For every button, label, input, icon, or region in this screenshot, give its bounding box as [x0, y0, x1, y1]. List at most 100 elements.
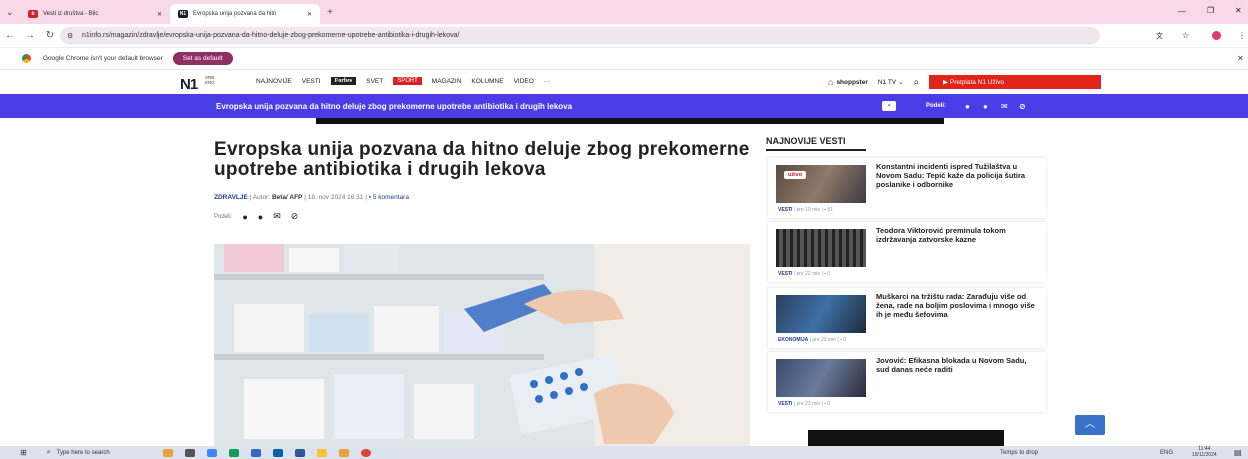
- mail-icon[interactable]: ✉: [1001, 102, 1008, 111]
- windows-taskbar: ⊞ ⌕ Type here to search Temps to drop EN…: [0, 446, 1248, 459]
- article-hero-image: [214, 244, 750, 447]
- news-category[interactable]: VESTI: [778, 271, 792, 277]
- url-input[interactable]: ⚙ n1info.rs/magazin/zdravlje/evropska-un…: [60, 27, 1100, 44]
- edge-taskbar-icon[interactable]: [228, 448, 239, 457]
- nav-video[interactable]: VIDEO: [514, 78, 534, 85]
- latest-news-sidebar: NAJNOVIJE VESTI: [766, 136, 1046, 151]
- advertisement[interactable]: [808, 430, 1004, 447]
- tab-blic[interactable]: b Vesti iz društva - Blic ✕: [20, 4, 170, 24]
- nav-svet[interactable]: SVET: [366, 78, 383, 85]
- translate-icon[interactable]: 文: [1156, 31, 1163, 41]
- chrome-icon: [22, 54, 31, 63]
- tab-n1[interactable]: N1 Evropska unija pozvana da hitn ✕: [170, 4, 320, 24]
- news-title[interactable]: Teodora Viktorović preminula tokom izdrž…: [876, 226, 1041, 244]
- weather-status[interactable]: Temps to drop: [1000, 450, 1038, 456]
- back-icon[interactable]: ←: [0, 30, 20, 41]
- close-infobar-icon[interactable]: ✕: [1237, 54, 1244, 63]
- nav-forbes[interactable]: Forbes: [330, 77, 357, 85]
- shoppster-link[interactable]: ⌂ shoppster: [828, 77, 868, 87]
- default-browser-infobar: Google Chrome isn't your default browser…: [0, 48, 1248, 70]
- pretplata-button[interactable]: ▶ Pretplata N1 Uživo: [929, 75, 1102, 89]
- news-category[interactable]: VESTI: [778, 207, 792, 213]
- article-date: 18. nov 2024 16:31: [307, 194, 364, 201]
- news-time: pre 19 min: [796, 207, 821, 213]
- language-indicator[interactable]: ENG: [1160, 450, 1173, 456]
- shoppster-icon: ⌂: [828, 77, 834, 87]
- article-category[interactable]: ZDRAVLJE: [214, 194, 248, 201]
- article-author: Beta/ AFP: [271, 194, 303, 201]
- sticky-title: Evropska unija pozvana da hitno deluje z…: [216, 101, 573, 111]
- word-taskbar-icon[interactable]: [294, 448, 305, 457]
- news-card[interactable]: uživo Konstantni incidenti ispred Tužila…: [768, 158, 1046, 218]
- news-card[interactable]: Teodora Viktorović preminula tokom izdrž…: [768, 222, 1046, 282]
- nav-magazin[interactable]: MAGAZIN: [432, 78, 462, 85]
- news-category[interactable]: VESTI: [778, 401, 792, 407]
- clock[interactable]: 11:44 19/11/2024: [1192, 446, 1217, 458]
- site-header: N1 SRB ENG NAJNOVIJE VESTI Forbes SVET S…: [0, 70, 1248, 94]
- x-icon[interactable]: ●: [258, 212, 263, 222]
- n1-logo[interactable]: N1: [180, 76, 198, 93]
- facebook-icon[interactable]: ●: [965, 102, 970, 111]
- search-icon[interactable]: ⌕: [913, 77, 919, 88]
- ad-strip: [316, 118, 944, 124]
- outlook-taskbar-icon[interactable]: [250, 448, 261, 457]
- menu-icon[interactable]: ⋮: [1238, 31, 1246, 40]
- news-title[interactable]: Konstantni incidenti ispred Tužilaštva u…: [876, 162, 1041, 189]
- x-icon[interactable]: ●: [983, 102, 988, 111]
- chrome-active-icon[interactable]: [360, 448, 371, 457]
- close-window-icon[interactable]: ✕: [1235, 6, 1242, 15]
- mail-icon[interactable]: ✉: [273, 211, 281, 222]
- nav-sport[interactable]: SPORT: [393, 77, 422, 85]
- profile-avatar[interactable]: [1212, 31, 1221, 40]
- site-info-icon[interactable]: ⚙: [67, 32, 73, 40]
- taskbar-search-input[interactable]: Type here to search: [57, 450, 157, 456]
- news-title[interactable]: Jovović: Efikasna blokada u Novom Sadu, …: [876, 356, 1041, 374]
- language-switch[interactable]: SRB ENG: [205, 75, 215, 85]
- task-view-icon[interactable]: [184, 448, 195, 457]
- minimize-icon[interactable]: —: [1178, 7, 1186, 16]
- default-browser-message: Google Chrome isn't your default browser: [43, 55, 163, 62]
- tab-search-icon[interactable]: ⌄: [0, 7, 20, 18]
- n1tv-dropdown[interactable]: N1 TV ⌄: [878, 78, 904, 86]
- header-right: ⌂ shoppster N1 TV ⌄ ⌕ ▶ Pretplata N1 Uži…: [828, 75, 1102, 89]
- notification-icon[interactable]: ▤: [1234, 448, 1242, 457]
- news-title[interactable]: Muškarci na tržištu rada: Zarađuju više …: [876, 292, 1041, 319]
- explorer-taskbar-icon[interactable]: [316, 448, 327, 457]
- news-card[interactable]: Muškarci na tržištu rada: Zarađuju više …: [768, 288, 1046, 348]
- facebook-icon[interactable]: ●: [242, 212, 247, 222]
- link-icon[interactable]: ⊘: [1019, 102, 1026, 111]
- news-thumbnail: [776, 295, 866, 333]
- reload-icon[interactable]: ↻: [40, 30, 60, 41]
- bookmark-star-icon[interactable]: ☆: [1182, 31, 1189, 40]
- nav-vesti[interactable]: VESTI: [302, 78, 321, 85]
- restore-icon[interactable]: ❐: [1207, 6, 1214, 15]
- forward-icon[interactable]: →: [20, 30, 40, 41]
- close-tab-icon[interactable]: ✕: [307, 11, 312, 18]
- new-tab-icon[interactable]: +: [320, 7, 340, 18]
- folder-taskbar-icon[interactable]: [338, 448, 349, 457]
- lang-eng[interactable]: ENG: [205, 80, 215, 85]
- comments-link[interactable]: ▪ 5 komentara: [369, 194, 409, 201]
- link-icon[interactable]: ⊘: [291, 211, 299, 222]
- set-default-button[interactable]: Set as default: [172, 52, 233, 65]
- taskbar-search-icon[interactable]: ⌕: [47, 449, 51, 457]
- nav-kolumne[interactable]: KOLUMNE: [471, 78, 503, 85]
- news-category[interactable]: EKONOMIJA: [778, 337, 808, 343]
- share-label: Podeli:: [926, 103, 947, 109]
- pharmacy-illustration: [214, 244, 750, 447]
- article-headline: Evropska unija pozvana da hitno deluje z…: [214, 139, 750, 180]
- close-tab-icon[interactable]: ✕: [157, 11, 162, 18]
- comment-icon[interactable]: ▪: [882, 101, 896, 111]
- nav-more-icon[interactable]: ···: [544, 78, 551, 85]
- weather-icon[interactable]: [162, 448, 173, 457]
- windows-start-icon[interactable]: ⊞: [20, 448, 27, 457]
- chrome-taskbar-icon[interactable]: [206, 448, 217, 457]
- comments-count: 5 komentara: [372, 194, 409, 201]
- news-card[interactable]: Jovović: Efikasna blokada u Novom Sadu, …: [768, 352, 1046, 412]
- scroll-to-top-button[interactable]: ︿: [1075, 415, 1105, 435]
- news-meta: VESTI | pre 22 min | ▪ 0: [778, 271, 831, 277]
- nav-najnovije[interactable]: NAJNOVIJE: [256, 78, 292, 85]
- sticky-article-bar: Evropska unija pozvana da hitno deluje z…: [0, 94, 1248, 118]
- news-time: pre 22 min: [796, 271, 821, 277]
- store-taskbar-icon[interactable]: [272, 448, 283, 457]
